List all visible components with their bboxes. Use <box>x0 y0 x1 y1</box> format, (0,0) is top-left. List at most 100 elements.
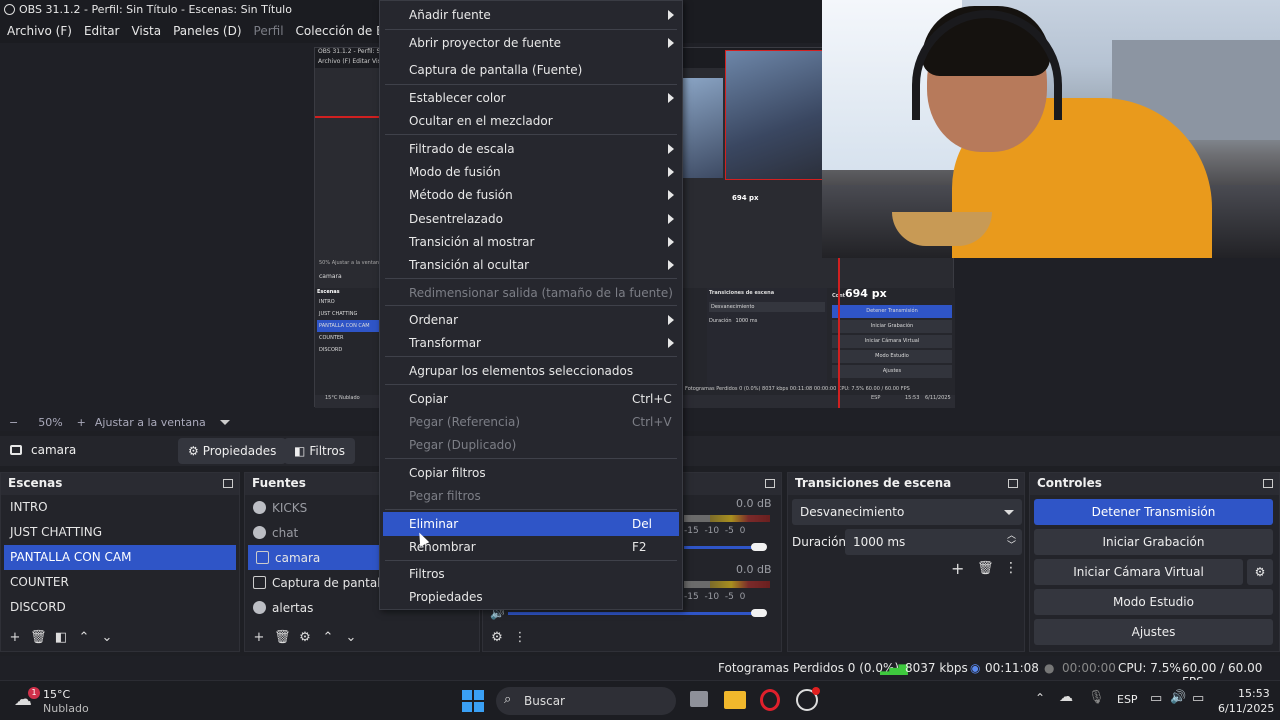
menu-item-order[interactable]: Ordenar <box>380 308 682 332</box>
menu-perfil[interactable]: Perfil <box>254 24 284 38</box>
filter-icon[interactable]: ◧ <box>53 630 69 646</box>
menu-item-resize-output[interactable]: Redimensionar salida (tamaño de la fuent… <box>380 281 682 305</box>
opera-icon[interactable] <box>760 689 780 711</box>
filters-button[interactable]: ◧ Filtros <box>284 438 356 464</box>
add-icon[interactable]: + <box>251 630 267 646</box>
undock-icon[interactable] <box>1263 479 1273 488</box>
menu-item-add-source[interactable]: Añadir fuente <box>380 3 682 27</box>
undock-icon[interactable] <box>765 479 775 488</box>
undock-icon[interactable] <box>223 479 233 488</box>
start-virtual-cam-button[interactable]: Iniciar Cámara Virtual <box>1034 559 1243 585</box>
battery-icon[interactable]: ▭ <box>1192 691 1204 706</box>
volume-icon[interactable]: 🔊 <box>1170 690 1186 705</box>
chevron-up-icon[interactable]: ⌃ <box>1035 691 1045 705</box>
nested-trans-dur-label: Duración <box>709 318 732 324</box>
menu-item-paste-duplicate[interactable]: Pegar (Duplicado) <box>380 433 682 457</box>
menu-item-copy[interactable]: Copiar Ctrl+C <box>380 387 682 411</box>
network-icon[interactable]: ▭ <box>1150 691 1162 706</box>
trash-icon[interactable]: 🗑 <box>977 561 994 576</box>
clock-date[interactable]: 6/11/2025 <box>1218 702 1274 715</box>
volume-knob-2[interactable] <box>751 609 767 617</box>
arrow-up-icon[interactable]: ⌃ <box>320 630 336 646</box>
task-view-icon[interactable] <box>690 691 708 707</box>
menu-item-copy-filters[interactable]: Copiar filtros <box>380 461 682 485</box>
menu-item-deinterlace[interactable]: Desentrelazado <box>380 207 682 231</box>
menu-editar[interactable]: Editar <box>84 24 120 38</box>
menu-item-open-projector[interactable]: Abrir proyector de fuente <box>380 31 682 55</box>
menu-paneles[interactable]: Paneles (D) <box>173 24 241 38</box>
duration-field[interactable]: 1000 ms ︿ ﹀ <box>845 529 1022 555</box>
trash-icon[interactable]: 🗑 <box>30 630 47 646</box>
menu-vista[interactable]: Vista <box>131 24 161 38</box>
menu-archivo[interactable]: Archivo (F) <box>7 24 72 38</box>
properties-button[interactable]: ⚙ Propiedades <box>178 438 287 464</box>
language-indicator[interactable]: ESP <box>1117 693 1138 706</box>
menu-item-blend-mode[interactable]: Modo de fusión <box>380 160 682 184</box>
controls-title: Controles <box>1037 476 1102 490</box>
arrow-up-icon[interactable]: ⌃ <box>76 630 92 646</box>
arrow-down-icon[interactable]: ⌄ <box>99 630 115 646</box>
menu-item-properties[interactable]: Propiedades <box>380 585 682 609</box>
menu-item-hide-transition[interactable]: Transición al ocultar <box>380 253 682 277</box>
nested-trans-header: Transiciones de escena <box>709 290 775 296</box>
zoom-out-button[interactable]: − <box>9 416 18 429</box>
volume-slider-1[interactable] <box>684 546 760 549</box>
file-explorer-icon[interactable] <box>724 691 746 709</box>
menu-item-paste-reference[interactable]: Pegar (Referencia) Ctrl+V <box>380 410 682 434</box>
menu-item-show-transition[interactable]: Transición al mostrar <box>380 230 682 254</box>
volume-slider-2[interactable] <box>508 612 760 615</box>
onedrive-icon[interactable]: ☁ <box>1059 689 1073 705</box>
zoom-fit[interactable]: Ajustar a la ventana <box>95 416 206 429</box>
add-icon[interactable]: + <box>951 559 964 578</box>
menu-item-filters[interactable]: Filtros <box>380 562 682 586</box>
microphone-icon[interactable]: 🎙 <box>1088 690 1105 705</box>
studio-mode-button[interactable]: Modo Estudio <box>1034 589 1273 615</box>
scene-item-selected[interactable]: PANTALLA CON CAM <box>4 545 236 570</box>
menu-item-paste-filters[interactable]: Pegar filtros <box>380 484 682 508</box>
more-vert-icon[interactable]: ⋮ <box>512 630 528 646</box>
menu-item-label: Transformar <box>409 336 481 350</box>
arrow-down-icon[interactable]: ⌄ <box>343 630 359 646</box>
menu-item-label: Pegar (Duplicado) <box>409 438 517 452</box>
stop-stream-button[interactable]: Detener Transmisión <box>1034 499 1273 525</box>
menu-separator <box>385 305 677 306</box>
zoom-dropdown-icon[interactable] <box>219 419 230 425</box>
menu-item-set-color[interactable]: Establecer color <box>380 86 682 110</box>
transition-select[interactable]: Desvanecimiento <box>792 499 1022 525</box>
start-recording-button[interactable]: Iniciar Grabación <box>1034 529 1273 555</box>
undock-icon[interactable] <box>1008 479 1018 488</box>
virtual-cam-settings-button[interactable]: ⚙ <box>1247 559 1273 585</box>
scene-item[interactable]: DISCORD <box>1 595 239 620</box>
submenu-arrow-icon <box>668 144 674 154</box>
zoom-in-button[interactable]: + <box>77 416 86 429</box>
more-vert-icon[interactable]: ⋮ <box>1004 560 1018 576</box>
gear-icon[interactable]: ⚙ <box>297 630 313 646</box>
nested-status: Fotogramas Perdidos 0 (0.0%) 8037 kbps 0… <box>685 386 910 392</box>
submenu-arrow-icon <box>668 93 674 103</box>
gear-icon[interactable]: ⚙ <box>489 630 505 646</box>
submenu-arrow-icon <box>668 190 674 200</box>
scene-item[interactable]: COUNTER <box>1 570 239 595</box>
clock-time[interactable]: 15:53 <box>1238 687 1270 700</box>
settings-button[interactable]: Ajustes <box>1034 619 1273 645</box>
menu-item-group[interactable]: Agrupar los elementos seleccionados <box>380 359 682 383</box>
webcam-source[interactable] <box>822 0 1280 258</box>
windows-start-icon[interactable] <box>462 690 484 712</box>
scene-item[interactable]: INTRO <box>1 495 239 520</box>
trash-icon[interactable]: 🗑 <box>274 630 291 646</box>
weather-temp[interactable]: 15°C <box>43 688 70 701</box>
spin-arrows-icon[interactable]: ︿ ﹀ <box>1007 531 1016 551</box>
menu-item-blend-method[interactable]: Método de fusión <box>380 183 682 207</box>
menu-item-scale-filter[interactable]: Filtrado de escala <box>380 137 682 161</box>
menu-item-screenshot[interactable]: Captura de pantalla (Fuente) <box>380 58 682 82</box>
taskbar-search[interactable]: ⌕ Buscar <box>496 687 676 715</box>
scene-item[interactable]: JUST CHATTING <box>1 520 239 545</box>
nested-zoom: 50% Ajustar a la ventana <box>319 260 383 266</box>
add-icon[interactable]: + <box>7 630 23 646</box>
weather-desc[interactable]: Nublado <box>43 702 89 715</box>
menu-item-delete[interactable]: Eliminar Del <box>383 512 679 536</box>
menu-item-hide-mixer[interactable]: Ocultar en el mezclador <box>380 109 682 133</box>
monitor-icon <box>253 576 266 589</box>
menu-item-transform[interactable]: Transformar <box>380 331 682 355</box>
volume-knob-1[interactable] <box>751 543 767 551</box>
